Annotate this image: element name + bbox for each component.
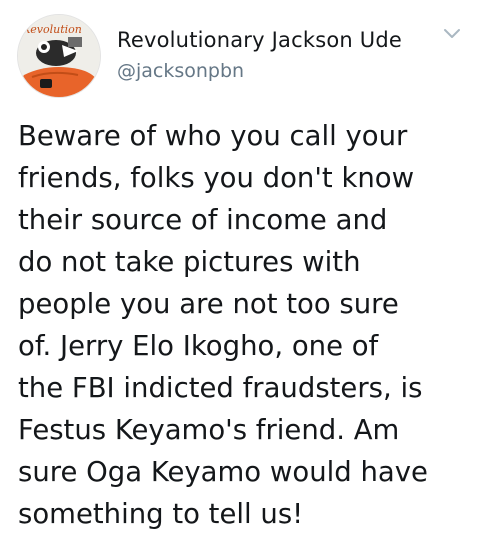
display-name[interactable]: Revolutionary Jackson Ude: [117, 26, 402, 54]
tweet-card: Revolution Revolutionary Jackson Ude @ja…: [0, 0, 480, 545]
avatar-banner-text: Revolution: [21, 23, 82, 36]
user-handle[interactable]: @jacksonpbn: [117, 58, 244, 84]
avatar[interactable]: Revolution: [17, 14, 101, 98]
tweet-text: Beware of who you call your friends, fol…: [18, 120, 428, 530]
chevron-down-icon[interactable]: [440, 24, 464, 44]
